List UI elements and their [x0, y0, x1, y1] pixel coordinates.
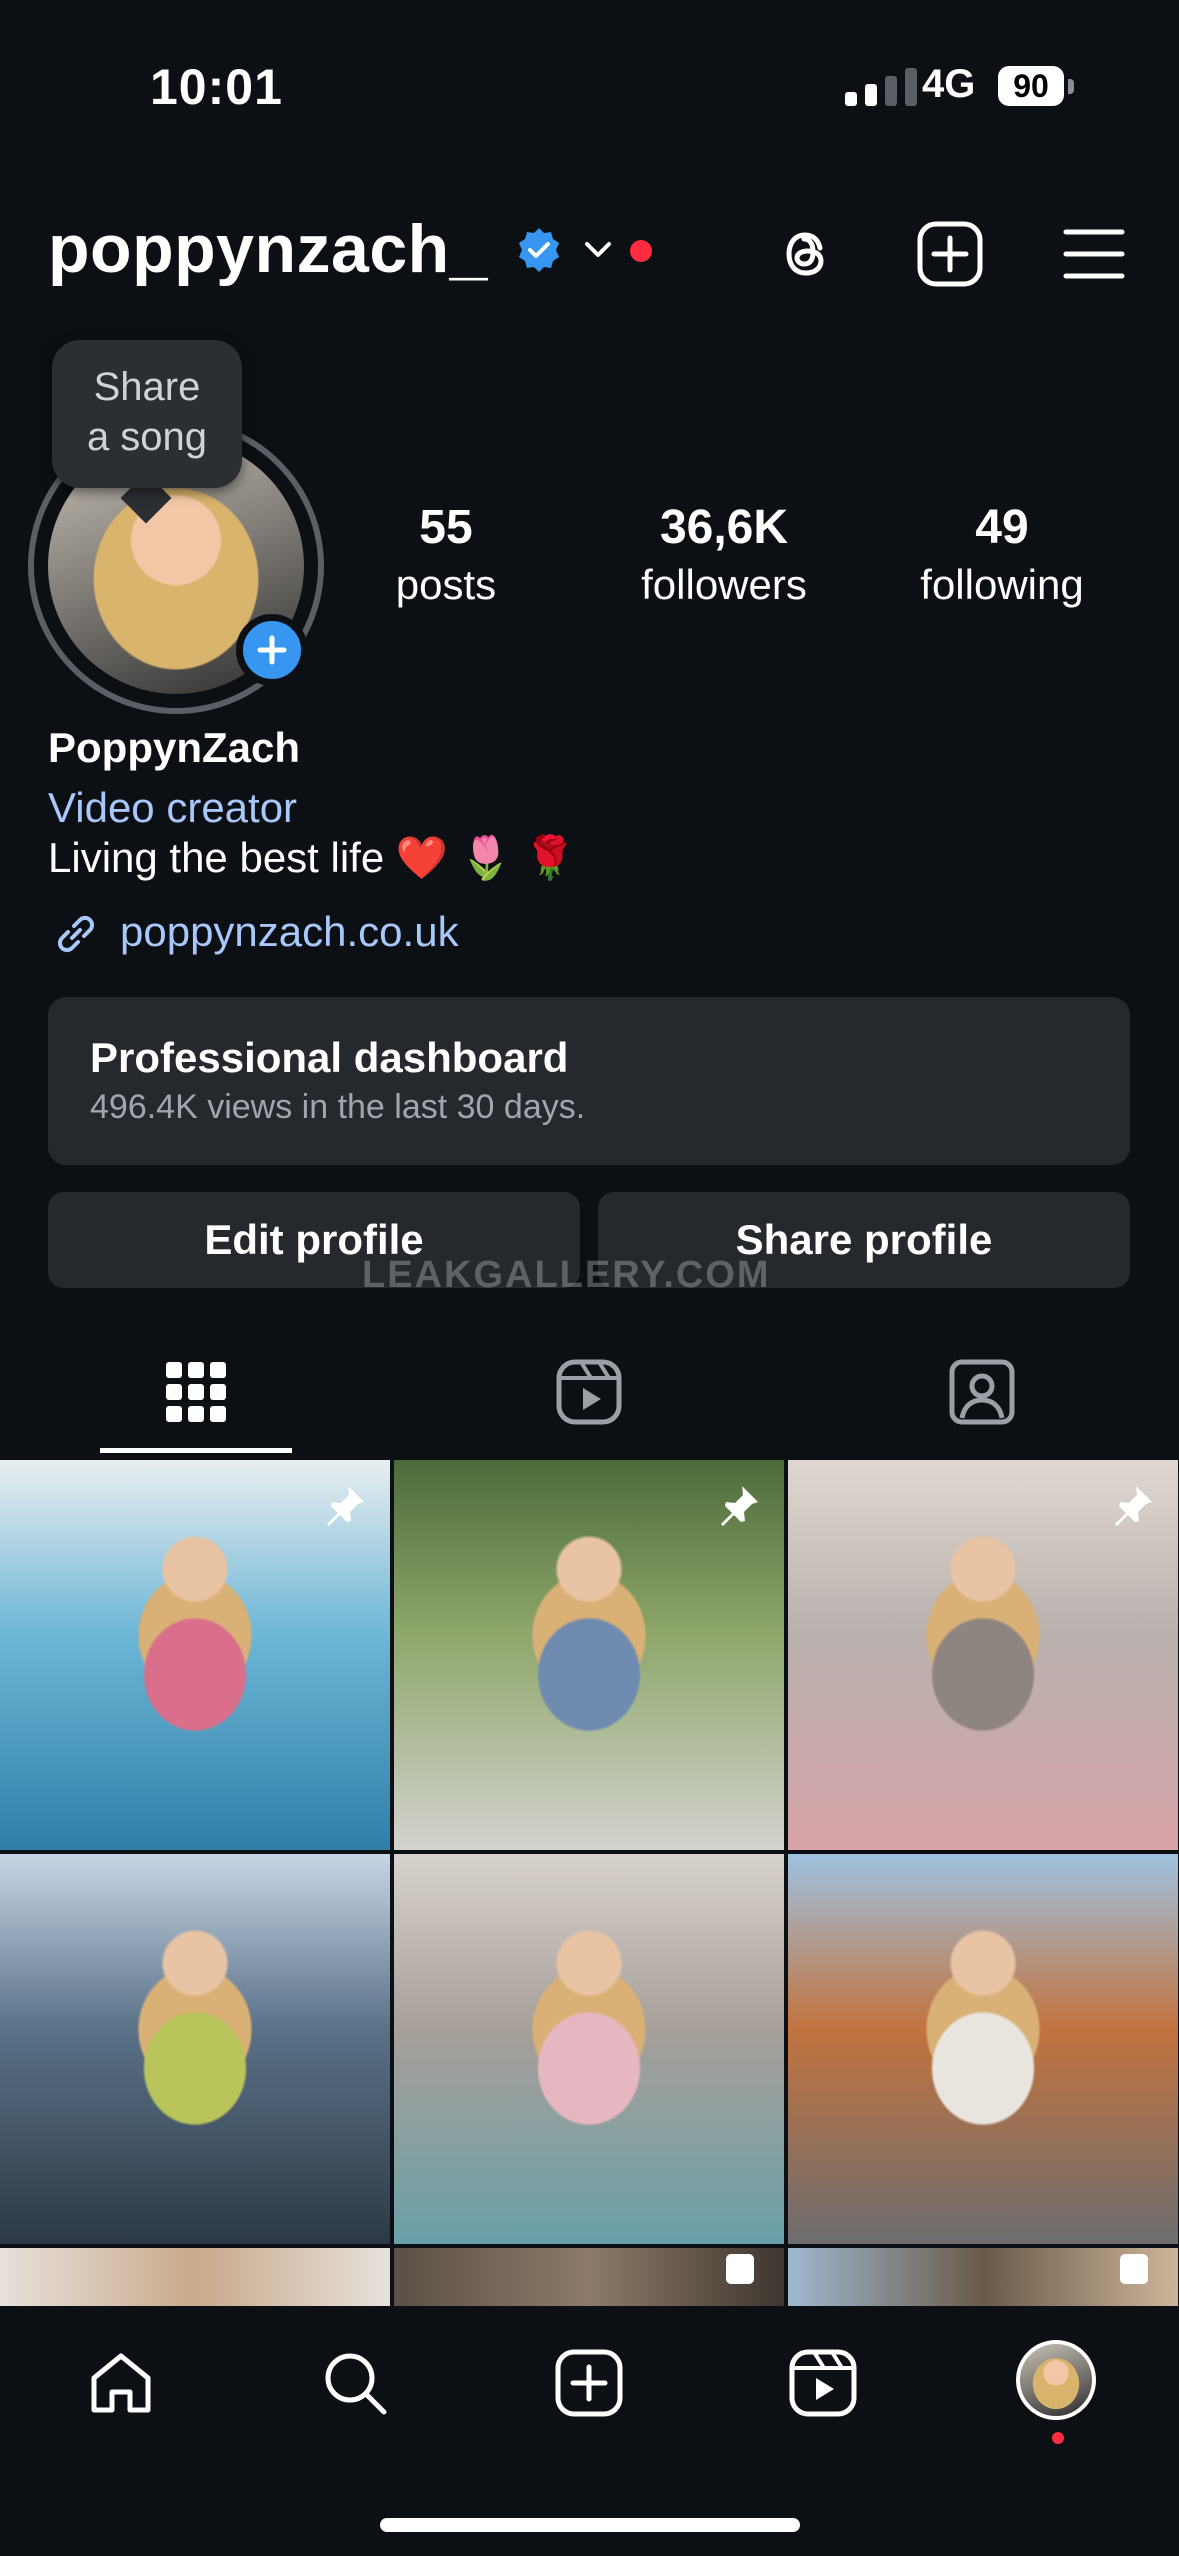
dashboard-subtitle: 496.4K views in the last 30 days. [90, 1088, 586, 1126]
profile-nav-avatar[interactable] [1016, 2340, 1096, 2420]
post-thumbnail[interactable] [0, 1854, 390, 2244]
stat-followers[interactable]: 36,6K followers [604, 500, 844, 609]
watermark: LEAKGALLERY.COM [362, 1254, 771, 1296]
status-time: 10:01 [150, 59, 283, 115]
post-thumbnail[interactable] [788, 1854, 1178, 2244]
notification-dot [630, 240, 652, 262]
post-thumbnail[interactable] [394, 1460, 784, 1850]
profile-link[interactable]: poppynzach.co.uk [120, 908, 459, 956]
post-thumbnail[interactable] [394, 1854, 784, 2244]
carousel-icon [1120, 2254, 1148, 2284]
profile-category: Video creator [48, 784, 298, 831]
grid-tab-icon[interactable] [160, 1356, 232, 1428]
active-tab-indicator [100, 1448, 292, 1453]
share-song-bubble[interactable]: Share a song [52, 340, 242, 488]
tagged-tab-icon[interactable] [946, 1356, 1018, 1428]
post-thumbnail[interactable] [788, 1460, 1178, 1850]
battery-icon: 90 [998, 66, 1064, 106]
profile-full-name: PoppynZach [48, 724, 301, 771]
post-thumbnail[interactable] [788, 2248, 1178, 2306]
home-indicator [380, 2518, 800, 2532]
post-thumbnail[interactable] [0, 1460, 390, 1850]
verified-badge-icon [519, 228, 559, 272]
create-post-icon[interactable] [552, 2346, 626, 2420]
reels-icon[interactable] [786, 2346, 860, 2420]
profile-username[interactable]: poppynzach_ [48, 210, 488, 288]
stat-value: 49 [975, 501, 1029, 554]
signal-icon [845, 68, 917, 106]
plus-icon [257, 635, 287, 665]
pin-icon [721, 1486, 758, 1526]
stat-value: 55 [419, 501, 473, 554]
network-type: 4G [922, 62, 976, 106]
dashboard-title: Professional dashboard [90, 1034, 569, 1081]
share-song-line1: Share [93, 365, 201, 409]
stat-label: following [920, 561, 1084, 608]
link-icon [57, 915, 95, 953]
profile-notification-dot [1052, 2432, 1064, 2444]
chevron-down-icon[interactable] [583, 238, 613, 262]
post-thumbnail[interactable] [394, 2248, 784, 2306]
pin-icon [327, 1486, 364, 1526]
share-song-line2: a song [86, 415, 208, 459]
stat-value: 36,6K [659, 501, 789, 554]
battery-tip [1068, 79, 1074, 94]
stat-label: followers [641, 561, 807, 608]
stat-following[interactable]: 49 following [882, 500, 1122, 609]
search-icon[interactable] [318, 2346, 392, 2420]
threads-icon[interactable] [770, 218, 842, 290]
profile-bio: Living the best life ❤️ 🌷 🌹 [48, 834, 577, 881]
menu-icon[interactable] [1058, 218, 1130, 290]
stat-label: posts [395, 561, 497, 608]
home-icon[interactable] [84, 2346, 158, 2420]
carousel-icon [726, 2254, 754, 2284]
reels-tab-icon[interactable] [553, 1356, 625, 1428]
post-thumbnail[interactable] [0, 2248, 390, 2306]
create-icon[interactable] [914, 218, 986, 290]
stat-posts[interactable]: 55 posts [326, 500, 566, 609]
add-story-button[interactable] [236, 614, 308, 686]
pin-icon [1115, 1486, 1152, 1526]
